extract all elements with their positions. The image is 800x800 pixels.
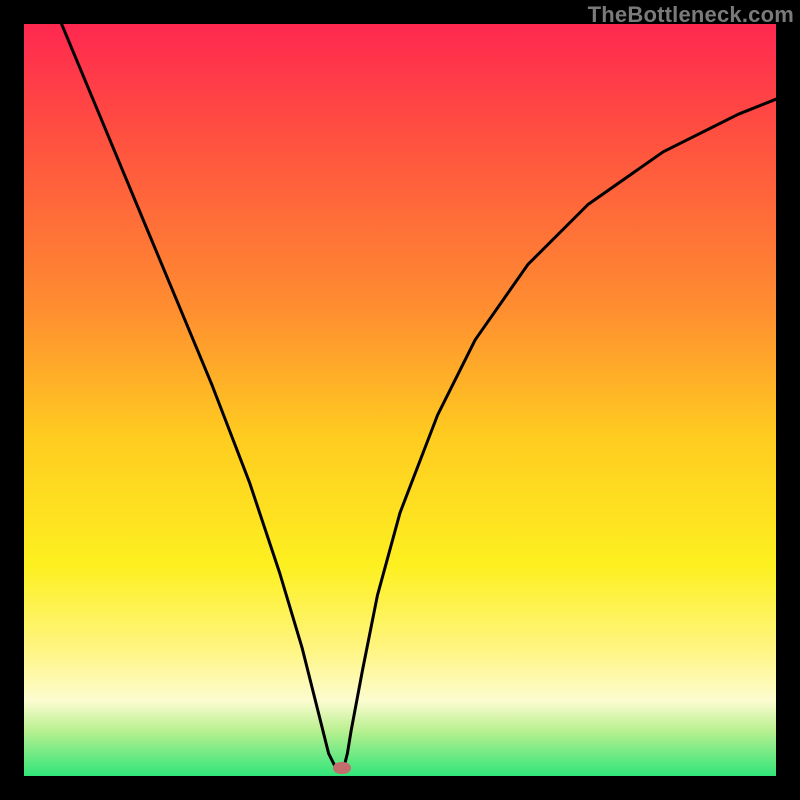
watermark-text: TheBottleneck.com: [588, 2, 794, 28]
plot-area: [24, 24, 776, 776]
optimum-marker: [333, 762, 351, 774]
chart-container: TheBottleneck.com: [0, 0, 800, 800]
bottleneck-curve: [24, 24, 776, 776]
